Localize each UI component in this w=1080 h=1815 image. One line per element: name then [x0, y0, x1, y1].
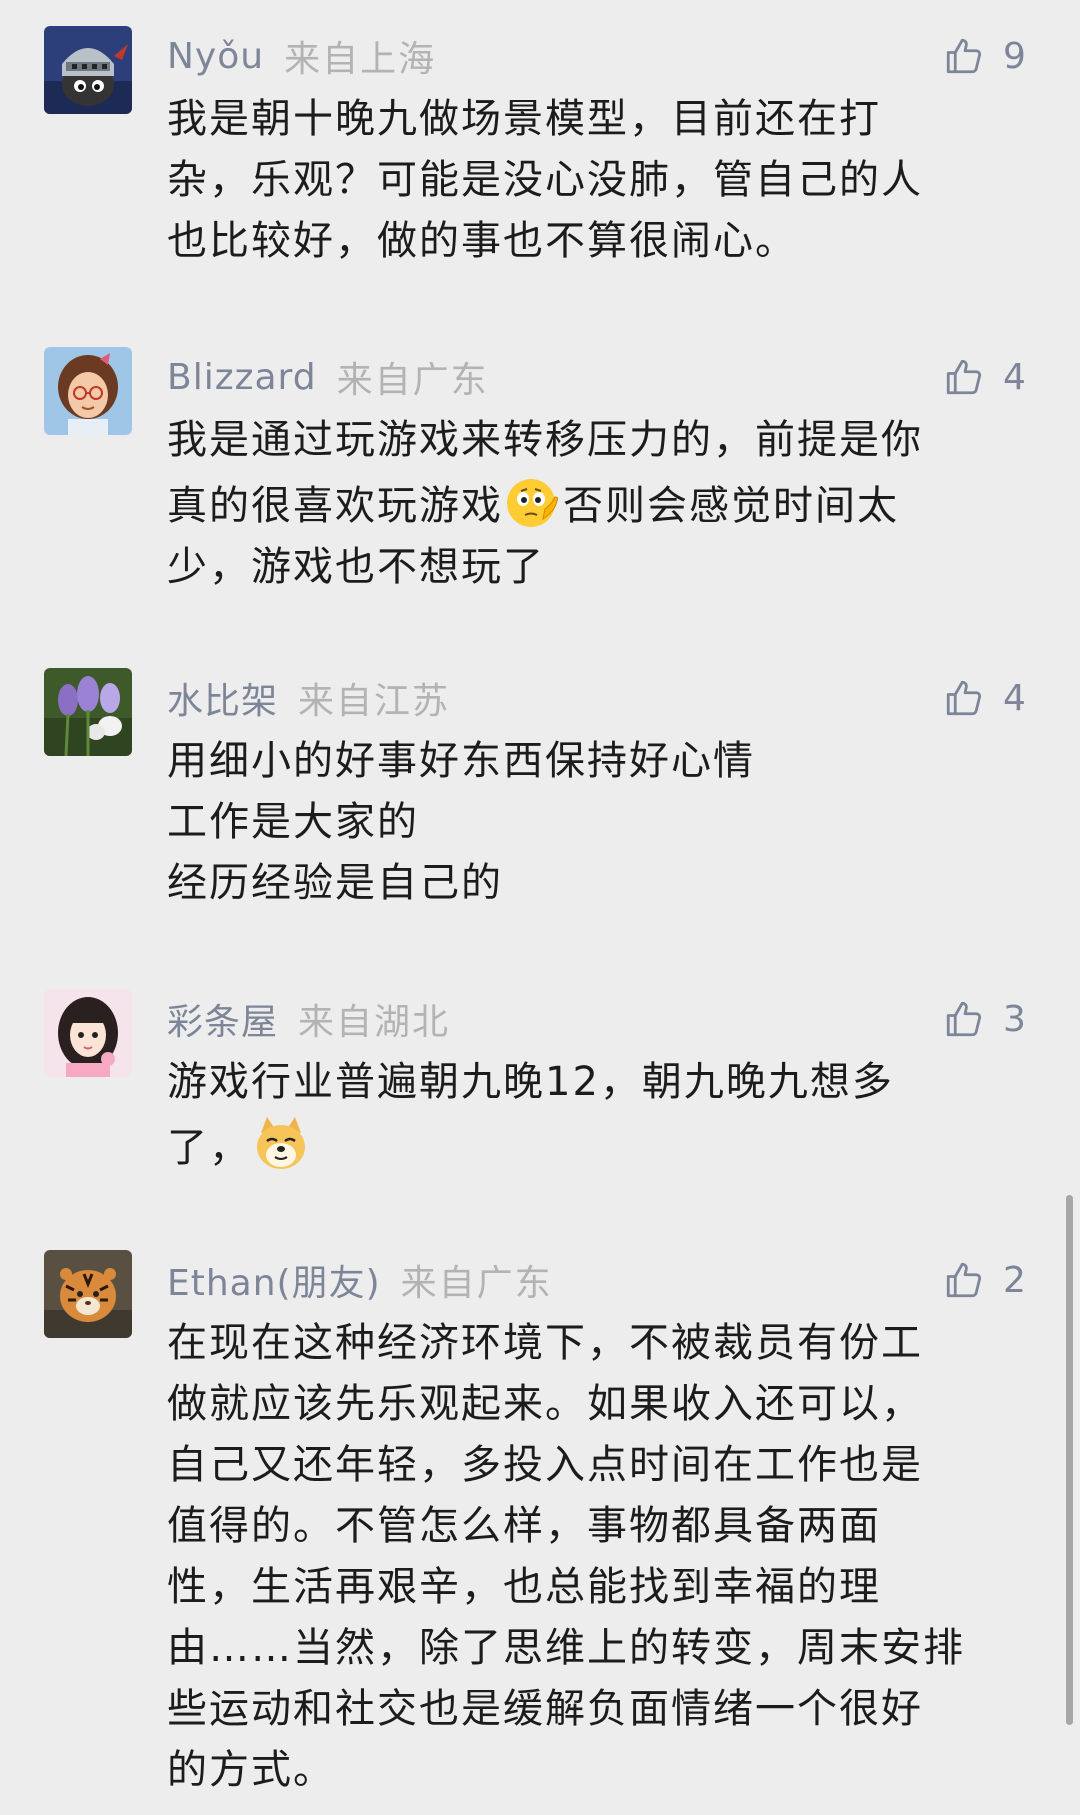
author-name[interactable]: Ethan(朋友) [167, 1254, 381, 1306]
like-count: 3 [1003, 998, 1026, 1040]
like-button[interactable]: 3 [943, 995, 1026, 1043]
comment-line: 做就应该先乐观起来。如果收入还可以， [167, 1381, 923, 1427]
comment-line: 值得的。不管怎么样，事物都具备两面 [167, 1503, 881, 1549]
author-name[interactable]: Blizzard [167, 357, 317, 398]
thumbs-up-icon [946, 359, 982, 395]
thumbs-up-icon [946, 1001, 982, 1037]
comment-text: 在现在这种经济环境下，不被裁员有份工 做就应该先乐观起来。如果收入还可以， 自己… [167, 1313, 1047, 1801]
comment-line: 我是通过玩游戏来转移压力的，前提是你 [167, 417, 923, 463]
comment-line: 也比较好，做的事也不算很闹心。 [167, 218, 797, 264]
comment-text: 用细小的好事好东西保持好心情 工作是大家的 经历经验是自己的 [167, 731, 1047, 914]
comment-line: 由……当然，除了思维上的转变，周末安排 [167, 1625, 965, 1671]
comment-segment: 否则会感觉时间太 [563, 483, 899, 529]
scrollbar[interactable] [1066, 1195, 1073, 1725]
comment-line: 性，生活再艰辛，也总能找到幸福的理 [167, 1564, 881, 1610]
comment-text: 我是朝十晚九做场景模型，目前还在打 杂，乐观？可能是没心没肺，管自己的人 也比较… [167, 89, 1047, 272]
comment-line: 真的很喜欢玩游戏 否则会感觉时间太 [167, 471, 1047, 537]
location-label: 来自上海 [284, 39, 437, 80]
avatar[interactable] [44, 1250, 132, 1338]
comment-line: 用细小的好事好东西保持好心情 [167, 738, 755, 784]
avatar[interactable] [44, 989, 132, 1077]
doge-emoji [251, 1113, 311, 1173]
avatar[interactable] [44, 26, 132, 114]
comment-line: 自己又还年轻，多投入点时间在工作也是 [167, 1442, 923, 1488]
comment-segment: 了， [167, 1125, 251, 1171]
comment-line: 游戏行业普遍朝九晚12，朝九晚九想多 [167, 1059, 894, 1105]
author-name[interactable]: Nyǒu [167, 36, 264, 77]
comment-line: 杂，乐观？可能是没心没肺，管自己的人 [167, 157, 923, 203]
comment-line: 些运动和社交也是缓解负面情绪一个很好 [167, 1686, 923, 1732]
comment-line: 的方式。 [167, 1747, 335, 1793]
comment-text: 游戏行业普遍朝九晚12，朝九晚九想多 了， [167, 1052, 1047, 1179]
like-count: 2 [1003, 1259, 1026, 1301]
comment-line: 我是朝十晚九做场景模型，目前还在打 [167, 96, 881, 142]
thumbs-up-icon [946, 1262, 982, 1298]
comment-line: 工作是大家的 [167, 799, 419, 845]
thinking-face-emoji [503, 471, 563, 531]
author-name[interactable]: 彩条屋 [167, 993, 278, 1045]
like-count: 4 [1003, 677, 1026, 719]
location-label: 来自广东 [400, 1263, 553, 1304]
location-label: 来自湖北 [298, 1002, 451, 1043]
comment-line: 了， [167, 1113, 1047, 1179]
location-label: 来自江苏 [298, 681, 451, 722]
avatar[interactable] [44, 347, 132, 435]
like-button[interactable]: 9 [943, 32, 1026, 80]
thumbs-up-icon [946, 38, 982, 74]
comment-line: 在现在这种经济环境下，不被裁员有份工 [167, 1320, 923, 1366]
comment-line: 少，游戏也不想玩了 [167, 544, 545, 590]
location-label: 来自广东 [336, 360, 489, 401]
comment-segment: 真的很喜欢玩游戏 [167, 483, 503, 529]
like-button[interactable]: 4 [943, 353, 1026, 401]
like-button[interactable]: 2 [943, 1256, 1026, 1304]
author-name[interactable]: 水比架 [167, 672, 278, 724]
like-count: 4 [1003, 356, 1026, 398]
like-button[interactable]: 4 [943, 674, 1026, 722]
comment-line: 经历经验是自己的 [167, 860, 503, 906]
avatar[interactable] [44, 668, 132, 756]
comment-text: 我是通过玩游戏来转移压力的，前提是你 真的很喜欢玩游戏 否则会感觉时间太 少，游戏… [167, 410, 1047, 598]
thumbs-up-icon [946, 680, 982, 716]
like-count: 9 [1003, 35, 1026, 77]
